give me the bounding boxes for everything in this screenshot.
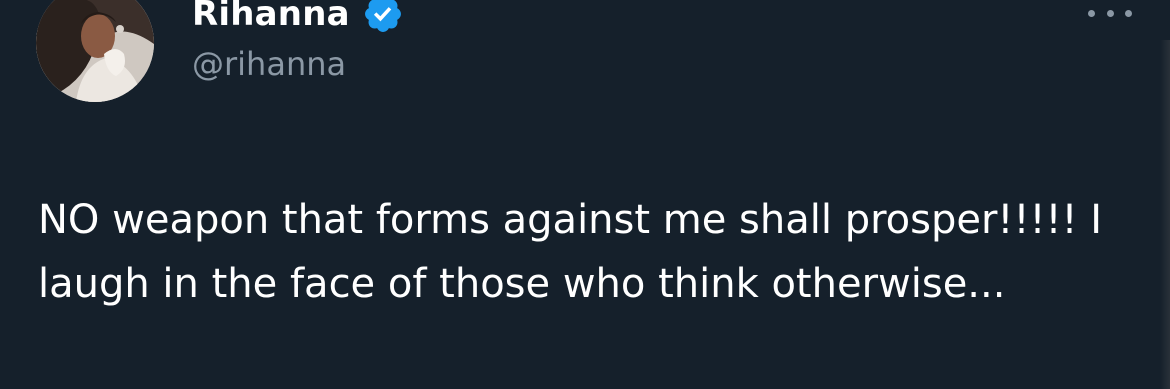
profile-photo-icon xyxy=(36,0,154,102)
scrollbar-edge xyxy=(1160,40,1170,389)
dot xyxy=(1088,9,1095,17)
dot xyxy=(1125,9,1132,17)
more-dots-icon xyxy=(1088,9,1132,17)
verified-badge-icon xyxy=(364,0,401,32)
user-handle[interactable]: @rihanna xyxy=(192,48,346,80)
tweet-text: NO weapon that forms against me shall pr… xyxy=(38,197,1103,307)
dot xyxy=(1106,9,1114,17)
tweet-card: Rihanna @rihanna NO weapon that forms ag… xyxy=(0,0,1170,389)
avatar[interactable] xyxy=(36,0,154,102)
more-options-button[interactable] xyxy=(1080,0,1140,28)
display-name-row: Rihanna xyxy=(192,0,404,40)
display-name[interactable]: Rihanna xyxy=(192,0,350,31)
